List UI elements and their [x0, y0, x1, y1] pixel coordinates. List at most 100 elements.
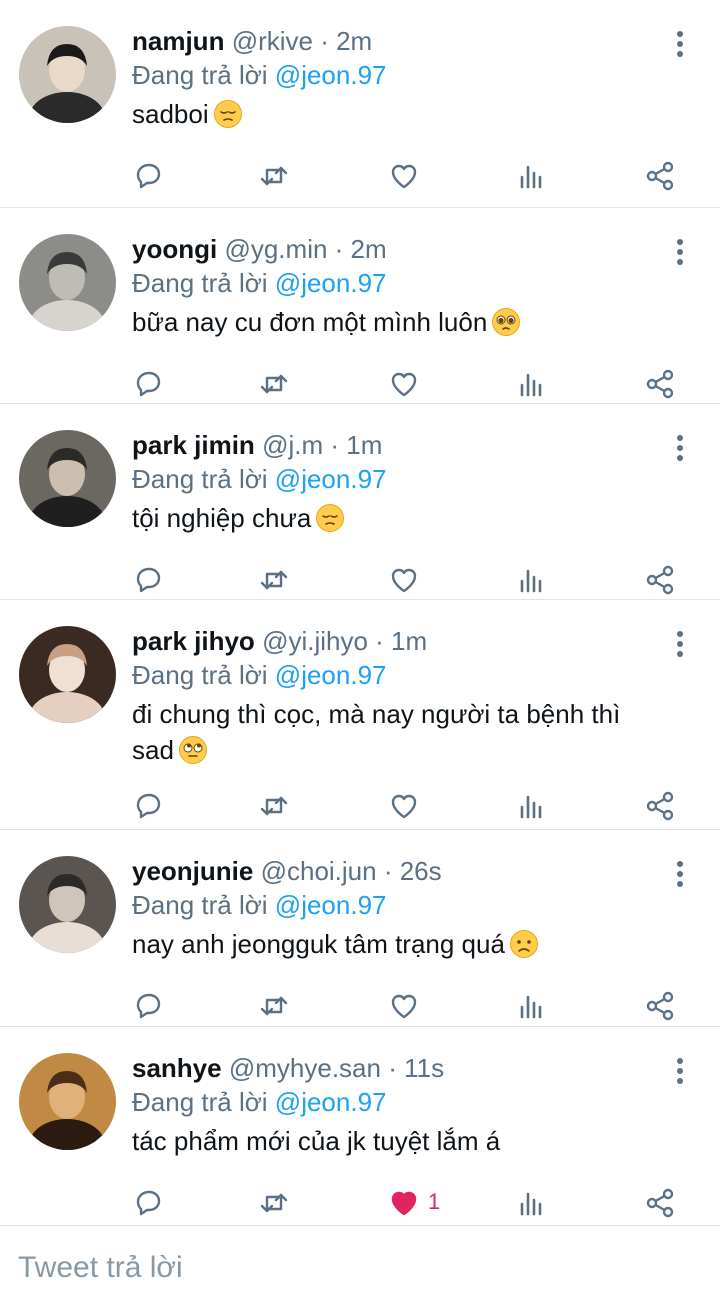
retweet-button[interactable]: [254, 1183, 294, 1223]
more-vertical-icon[interactable]: [670, 860, 690, 888]
more-vertical-icon[interactable]: [670, 630, 690, 658]
reply-input[interactable]: [16, 1250, 700, 1286]
mention-link[interactable]: @jeon.97: [275, 268, 387, 298]
mention-link[interactable]: @jeon.97: [275, 464, 387, 494]
analytics-button[interactable]: [512, 364, 552, 404]
timestamp[interactable]: · 2m: [320, 26, 372, 56]
heart-icon: [391, 568, 417, 593]
reply-icon: [136, 371, 161, 397]
user-handle[interactable]: @myhye.san: [229, 1053, 381, 1083]
retweet-button[interactable]: [254, 786, 294, 826]
reply-content: park jimin @j.m · 1m Đang trả lời @jeon.…: [132, 428, 660, 536]
share-button[interactable]: [640, 156, 680, 196]
reply-button[interactable]: [128, 156, 168, 196]
avatar[interactable]: [19, 1053, 116, 1150]
analytics-button[interactable]: [512, 786, 552, 826]
reply-header: park jihyo @yi.jihyo · 1m: [132, 624, 660, 658]
timestamp[interactable]: · 2m: [335, 234, 387, 264]
share-icon: [646, 565, 674, 595]
reply-tweet[interactable]: sanhye @myhye.san · 11s Đang trả lời @je…: [0, 1027, 720, 1226]
reply-button[interactable]: [128, 786, 168, 826]
mention-link[interactable]: @jeon.97: [275, 1087, 387, 1117]
retweet-button[interactable]: [254, 156, 294, 196]
reply-composer[interactable]: [0, 1226, 720, 1311]
display-name[interactable]: sanhye: [132, 1053, 222, 1083]
timestamp[interactable]: · 1m: [330, 430, 382, 460]
display-name[interactable]: park jihyo: [132, 626, 255, 656]
tweet-actions: 1: [0, 1183, 720, 1223]
more-vertical-icon[interactable]: [670, 434, 690, 462]
reply-tweet[interactable]: namjun @rkive · 2m Đang trả lời @jeon.97…: [0, 0, 720, 208]
like-button[interactable]: [384, 156, 424, 196]
retweet-button[interactable]: [254, 986, 294, 1026]
reply-button[interactable]: [128, 1183, 168, 1223]
share-button[interactable]: [640, 786, 680, 826]
analytics-button[interactable]: [512, 1183, 552, 1223]
analytics-button[interactable]: [512, 986, 552, 1026]
display-name[interactable]: namjun: [132, 26, 224, 56]
analytics-icon: [520, 569, 542, 593]
like-count: 1: [428, 1189, 441, 1214]
analytics-button[interactable]: [512, 156, 552, 196]
reply-tweet[interactable]: park jimin @j.m · 1m Đang trả lời @jeon.…: [0, 404, 720, 600]
avatar[interactable]: [19, 626, 116, 723]
timestamp[interactable]: · 26s: [384, 856, 442, 886]
share-button[interactable]: [640, 1183, 680, 1223]
replying-to: Đang trả lời @jeon.97: [132, 888, 660, 922]
reply-button[interactable]: [128, 364, 168, 404]
mention-link[interactable]: @jeon.97: [275, 890, 387, 920]
display-name[interactable]: yeonjunie: [132, 856, 253, 886]
replying-prefix: Đang trả lời: [132, 890, 268, 920]
reply-tweet[interactable]: yeonjunie @choi.jun · 26s Đang trả lời @…: [0, 830, 720, 1027]
retweet-button[interactable]: [254, 560, 294, 600]
eye-roll-face-emoji: [178, 735, 208, 765]
share-icon: [646, 161, 674, 191]
timestamp[interactable]: · 11s: [388, 1053, 444, 1083]
replying-prefix: Đang trả lời: [132, 464, 268, 494]
mention-link[interactable]: @jeon.97: [275, 60, 387, 90]
tweet-text-body: tội nghiệp chưa: [132, 503, 312, 533]
like-button[interactable]: [384, 986, 424, 1026]
more-vertical-icon[interactable]: [670, 1057, 690, 1085]
mention-link[interactable]: @jeon.97: [275, 660, 387, 690]
reply-content: namjun @rkive · 2m Đang trả lời @jeon.97…: [132, 24, 660, 132]
share-button[interactable]: [640, 364, 680, 404]
reply-icon: [136, 793, 161, 819]
avatar[interactable]: [19, 234, 116, 331]
tweet-text-body: tác phẩm mới của jk tuyệt lắm á: [132, 1126, 501, 1156]
reply-icon: [136, 567, 161, 593]
like-button[interactable]: [384, 560, 424, 600]
avatar[interactable]: [19, 856, 116, 953]
user-handle[interactable]: @choi.jun: [261, 856, 377, 886]
reply-button[interactable]: [128, 986, 168, 1026]
analytics-icon: [520, 995, 542, 1019]
reply-button[interactable]: [128, 560, 168, 600]
replying-to: Đang trả lời @jeon.97: [132, 658, 660, 692]
reply-icon: [136, 163, 161, 189]
user-handle[interactable]: @yi.jihyo: [262, 626, 368, 656]
retweet-icon: [260, 570, 288, 590]
retweet-button[interactable]: [254, 364, 294, 404]
more-vertical-icon[interactable]: [670, 238, 690, 266]
timestamp[interactable]: · 1m: [375, 626, 427, 656]
analytics-button[interactable]: [512, 560, 552, 600]
share-button[interactable]: [640, 560, 680, 600]
display-name[interactable]: yoongi: [132, 234, 217, 264]
avatar[interactable]: [19, 26, 116, 123]
like-button[interactable]: 1: [384, 1183, 440, 1223]
user-handle[interactable]: @rkive: [232, 26, 313, 56]
more-vertical-icon[interactable]: [670, 30, 690, 58]
like-button[interactable]: [384, 364, 424, 404]
share-button[interactable]: [640, 986, 680, 1026]
reply-tweet[interactable]: yoongi @yg.min · 2m Đang trả lời @jeon.9…: [0, 208, 720, 404]
like-button[interactable]: [384, 786, 424, 826]
user-handle[interactable]: @j.m: [262, 430, 323, 460]
tweet-text-body: sadboi: [132, 99, 209, 129]
display-name[interactable]: park jimin: [132, 430, 255, 460]
avatar[interactable]: [19, 430, 116, 527]
reply-tweet[interactable]: park jihyo @yi.jihyo · 1m Đang trả lời @…: [0, 600, 720, 830]
reply-feed: namjun @rkive · 2m Đang trả lời @jeon.97…: [0, 0, 720, 1226]
frowning-face-emoji: [509, 929, 539, 959]
user-handle[interactable]: @yg.min: [224, 234, 327, 264]
share-icon: [646, 991, 674, 1021]
